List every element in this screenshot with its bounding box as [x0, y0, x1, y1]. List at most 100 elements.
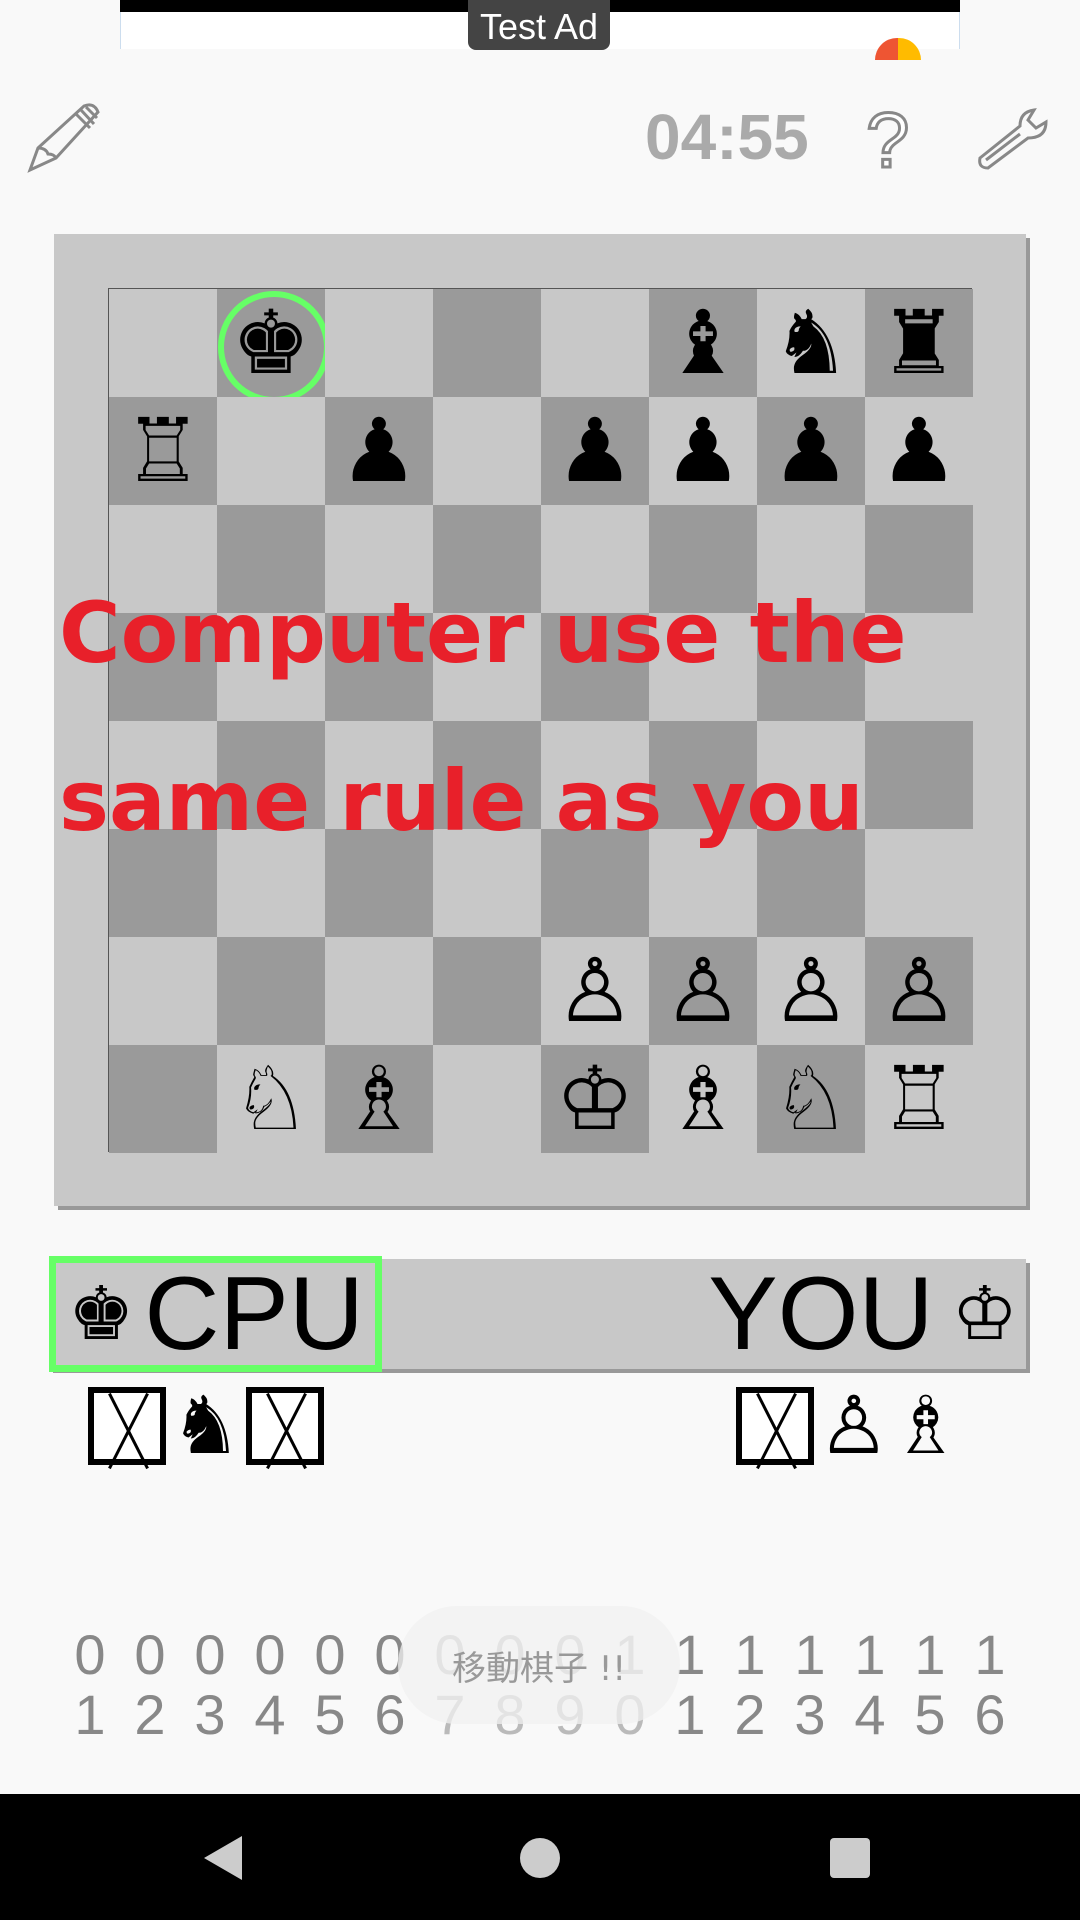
- move-number-digit[interactable]: 0: [240, 1625, 300, 1685]
- you-captured-pieces: ♙ ♗: [732, 1384, 961, 1468]
- white-pawn-piece[interactable]: ♙: [772, 947, 851, 1035]
- move-number-digit[interactable]: 6: [960, 1685, 1020, 1745]
- square-h7[interactable]: ♟: [865, 397, 973, 505]
- white-knight-piece[interactable]: ♘: [772, 1055, 851, 1143]
- captured-black-knight-icon: ♞: [170, 1379, 242, 1472]
- square-b8[interactable]: ♚: [217, 289, 330, 403]
- square-h4[interactable]: [865, 721, 973, 829]
- square-a1[interactable]: [109, 1045, 217, 1153]
- move-number-digit[interactable]: 1: [60, 1685, 120, 1745]
- overlay-text-line1: Computer use the: [59, 584, 907, 682]
- move-number-digit[interactable]: 1: [960, 1625, 1020, 1685]
- square-a7[interactable]: ♖: [109, 397, 217, 505]
- white-bishop-piece[interactable]: ♗: [340, 1055, 419, 1143]
- square-d1[interactable]: [433, 1045, 541, 1153]
- move-number-digit[interactable]: 0: [300, 1625, 360, 1685]
- move-number-digit[interactable]: 1: [720, 1625, 780, 1685]
- square-h3[interactable]: [865, 829, 973, 937]
- move-number-digit[interactable]: 4: [240, 1685, 300, 1745]
- cpu-label: CPU: [144, 1256, 364, 1372]
- square-h2[interactable]: ♙: [865, 937, 973, 1045]
- help-button[interactable]: ?: [864, 95, 910, 186]
- square-b7[interactable]: [217, 397, 325, 505]
- black-bishop-piece[interactable]: ♝: [664, 299, 743, 387]
- square-g1[interactable]: ♘: [757, 1045, 865, 1153]
- you-player: YOU ♔: [708, 1259, 1018, 1369]
- square-d7[interactable]: [433, 397, 541, 505]
- square-h8[interactable]: ♜: [865, 289, 973, 397]
- square-e8[interactable]: [541, 289, 649, 397]
- white-king-piece[interactable]: ♔: [556, 1055, 635, 1143]
- square-e2[interactable]: ♙: [541, 937, 649, 1045]
- square-c1[interactable]: ♗: [325, 1045, 433, 1153]
- test-ad-label: Test Ad: [468, 0, 610, 50]
- white-pawn-piece[interactable]: ♙: [880, 947, 959, 1035]
- square-c8[interactable]: [325, 289, 433, 397]
- captured-white-pawn-icon: ♙: [818, 1379, 890, 1472]
- black-pawn-piece[interactable]: ♟: [772, 407, 851, 495]
- black-rook-piece[interactable]: ♜: [880, 299, 959, 387]
- move-number-digit[interactable]: 1: [840, 1625, 900, 1685]
- move-number-digit[interactable]: 1: [780, 1625, 840, 1685]
- move-number-digit[interactable]: 5: [300, 1685, 360, 1745]
- white-pawn-piece[interactable]: ♙: [556, 947, 635, 1035]
- square-g2[interactable]: ♙: [757, 937, 865, 1045]
- square-f2[interactable]: ♙: [649, 937, 757, 1045]
- empty-capture-box: [736, 1387, 814, 1465]
- chess-board[interactable]: ♚ ♝ ♞ ♜ ♖ ♟ ♟ ♟ ♟ ♟ ♙ ♙ ♙ ♙ ♘ ♗ ♔ ♗ ♘ ♖: [108, 288, 973, 1153]
- cpu-captured-pieces: ♞: [84, 1384, 328, 1468]
- you-label: YOU: [708, 1256, 934, 1372]
- pencil-icon[interactable]: [26, 102, 106, 178]
- move-number-digit[interactable]: 2: [720, 1685, 780, 1745]
- white-pawn-piece[interactable]: ♙: [664, 947, 743, 1035]
- white-rook-piece[interactable]: ♖: [124, 407, 203, 495]
- empty-capture-box: [88, 1387, 166, 1465]
- black-pawn-piece[interactable]: ♟: [556, 407, 635, 495]
- square-b2[interactable]: [217, 937, 325, 1045]
- wrench-icon[interactable]: [976, 108, 1056, 174]
- home-icon[interactable]: [520, 1838, 560, 1878]
- cpu-player-active: ♚ CPU: [49, 1256, 382, 1372]
- square-b1[interactable]: ♘: [217, 1045, 325, 1153]
- black-king-piece[interactable]: ♚: [232, 299, 311, 387]
- black-pawn-piece[interactable]: ♟: [880, 407, 959, 495]
- square-c7[interactable]: ♟: [325, 397, 433, 505]
- black-pawn-piece[interactable]: ♟: [340, 407, 419, 495]
- square-d8[interactable]: [433, 289, 541, 397]
- toast-message: 移動棋子 !!: [398, 1606, 680, 1724]
- move-number-digit[interactable]: 0: [120, 1625, 180, 1685]
- black-pawn-piece[interactable]: ♟: [664, 407, 743, 495]
- square-a2[interactable]: [109, 937, 217, 1045]
- white-knight-piece[interactable]: ♘: [232, 1055, 311, 1143]
- move-number-digit[interactable]: 2: [120, 1685, 180, 1745]
- square-f8[interactable]: ♝: [649, 289, 757, 397]
- white-rook-piece[interactable]: ♖: [880, 1055, 959, 1143]
- square-e1[interactable]: ♔: [541, 1045, 649, 1153]
- move-number-digit[interactable]: 3: [780, 1685, 840, 1745]
- square-g8[interactable]: ♞: [757, 289, 865, 397]
- square-f7[interactable]: ♟: [649, 397, 757, 505]
- back-icon[interactable]: [204, 1836, 242, 1880]
- overlay-text-line2: same rule as you: [59, 752, 864, 850]
- square-h1[interactable]: ♖: [865, 1045, 973, 1153]
- move-number-digit[interactable]: 1: [900, 1625, 960, 1685]
- move-number-digit[interactable]: 4: [840, 1685, 900, 1745]
- move-number-digit[interactable]: 5: [900, 1685, 960, 1745]
- square-e7[interactable]: ♟: [541, 397, 649, 505]
- move-number-digit[interactable]: 0: [60, 1625, 120, 1685]
- recents-icon[interactable]: [830, 1838, 870, 1878]
- square-f1[interactable]: ♗: [649, 1045, 757, 1153]
- white-king-icon: ♔: [951, 1271, 1018, 1357]
- game-timer: 04:55: [645, 101, 809, 173]
- square-c2[interactable]: [325, 937, 433, 1045]
- white-bishop-piece[interactable]: ♗: [664, 1055, 743, 1143]
- square-g7[interactable]: ♟: [757, 397, 865, 505]
- empty-capture-box: [245, 1387, 324, 1465]
- move-number-digit[interactable]: 0: [180, 1625, 240, 1685]
- black-knight-piece[interactable]: ♞: [772, 299, 851, 387]
- move-number-digit[interactable]: 3: [180, 1685, 240, 1745]
- black-king-icon: ♚: [68, 1271, 135, 1357]
- square-d2[interactable]: [433, 937, 541, 1045]
- square-a8[interactable]: [109, 289, 217, 397]
- captured-white-bishop-icon: ♗: [889, 1379, 962, 1472]
